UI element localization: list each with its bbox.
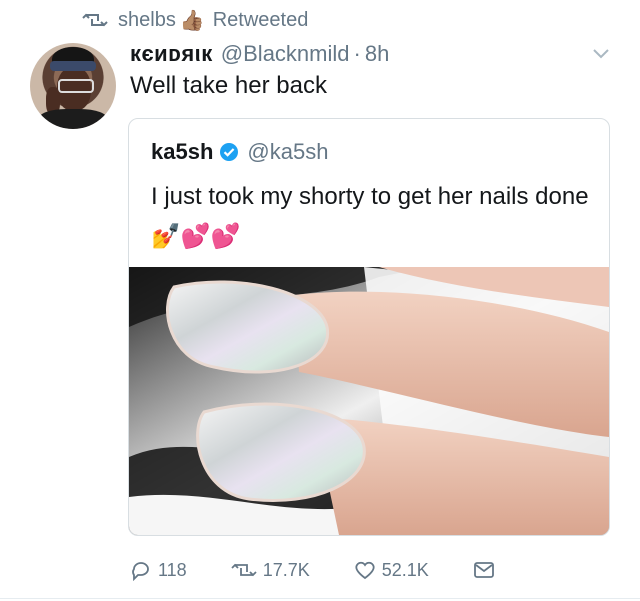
retweeted-label: Retweeted [212, 8, 309, 31]
divider [0, 598, 640, 599]
quoted-tweet-card[interactable]: ka5sh @ka5sh I just took my shorty to ge… [128, 118, 610, 536]
nails-photo-illustration [129, 267, 609, 535]
tweet-actions: 118 17.7K 52.1K [130, 555, 501, 585]
author-handle[interactable]: @Blacknmild [221, 41, 350, 67]
verified-badge-icon [220, 143, 239, 161]
retweeter-name[interactable]: shelbs [118, 9, 176, 32]
dm-button[interactable] [473, 561, 501, 579]
dm-icon [473, 562, 494, 578]
tweet-text: Well take her back [130, 72, 327, 99]
quoted-tweet-photo[interactable] [129, 267, 609, 535]
reply-icon [132, 562, 149, 581]
reply-count: 118 [158, 559, 187, 580]
quoted-tweet-header: ka5sh @ka5sh [151, 139, 328, 165]
reply-button[interactable]: 118 [130, 559, 187, 581]
retweet-button[interactable]: 17.7K [231, 560, 310, 581]
like-icon [355, 561, 375, 580]
retweet-icon [82, 13, 108, 27]
quoted-tweet-text-block: I just took my shorty to get her nails d… [151, 177, 591, 257]
quoted-tweet-emojis: 💅💕💕 [151, 223, 241, 250]
retweet-action-icon [231, 563, 257, 577]
tweet-header: кєиᴅяιк @Blacknmild · 8h [130, 41, 389, 71]
retweet-header: shelbs 👍🏽 Retweeted [82, 6, 308, 34]
caret-down-icon[interactable] [592, 48, 610, 60]
retweet-count: 17.7K [262, 559, 310, 580]
quoted-author-handle[interactable]: @ka5sh [247, 139, 328, 165]
quoted-author-name[interactable]: ka5sh [151, 139, 213, 165]
tweet-time[interactable]: 8h [365, 41, 389, 67]
avatar[interactable] [30, 43, 116, 129]
like-count: 52.1K [381, 559, 429, 580]
author-name[interactable]: кєиᴅяιк [130, 41, 213, 67]
quoted-tweet-text: I just took my shorty to get her nails d… [151, 183, 589, 210]
separator-dot: · [353, 41, 361, 66]
thumb-emoji: 👍🏽 [179, 9, 205, 32]
like-button[interactable]: 52.1K [354, 560, 429, 581]
